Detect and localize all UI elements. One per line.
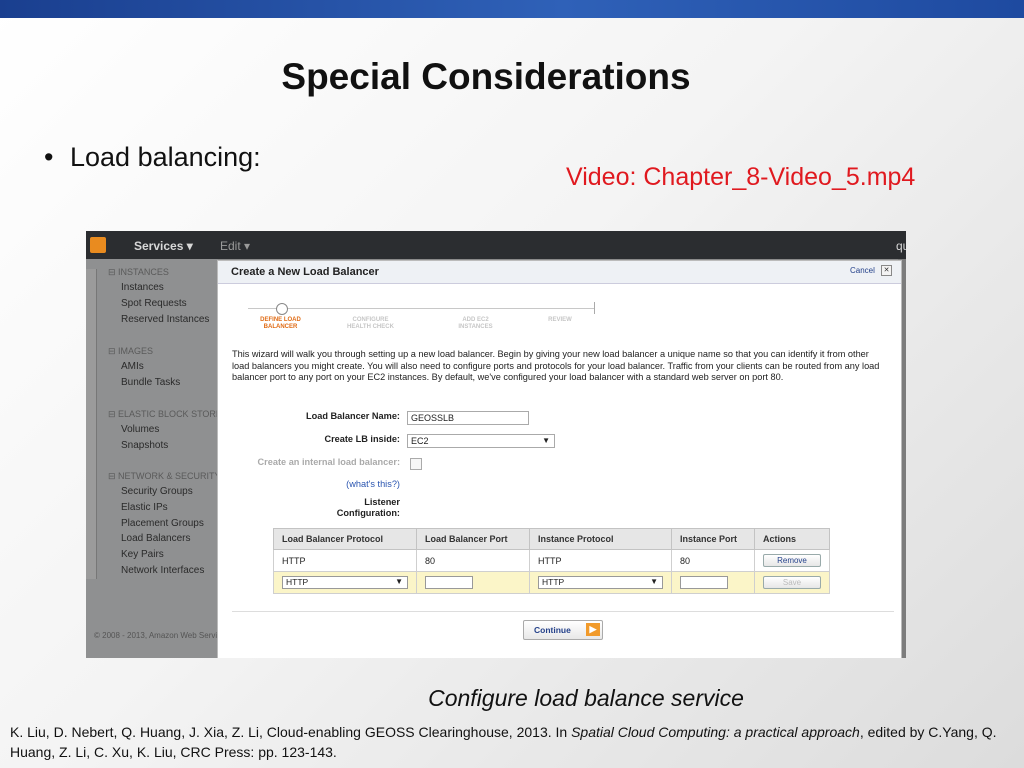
listener-table-header: Load Balancer Protocol Load Balancer Por… bbox=[273, 528, 830, 550]
sidebar-item-bundle-tasks[interactable]: Bundle Tasks bbox=[121, 377, 180, 388]
edit-lb-protocol-select[interactable]: HTTP ▼ bbox=[282, 576, 408, 589]
edit-menu[interactable]: Edit ▾ bbox=[220, 239, 250, 253]
chevron-down-icon: ▼ bbox=[395, 577, 403, 586]
col-actions: Actions bbox=[754, 528, 830, 550]
continue-label: Continue bbox=[534, 625, 571, 635]
sidebar-item-security-groups[interactable]: Security Groups bbox=[121, 486, 193, 497]
video-reference: Video: Chapter_8-Video_5.mp4 bbox=[566, 163, 916, 191]
listener-table: Load Balancer Protocol Load Balancer Por… bbox=[273, 528, 830, 594]
col-lb-protocol: Load Balancer Protocol bbox=[273, 528, 417, 550]
cell-instance-port: 80 bbox=[671, 549, 755, 572]
cell-actions: Remove bbox=[754, 549, 830, 572]
aws-copyright: © 2008 - 2013, Amazon Web Services bbox=[94, 631, 230, 640]
cell-lb-port: 80 bbox=[416, 549, 530, 572]
dialog-title: Create a New Load Balancer bbox=[231, 266, 379, 278]
listener-config-label: Listener Configuration: bbox=[336, 497, 400, 518]
sidebar-item-placement-groups[interactable]: Placement Groups bbox=[121, 518, 204, 529]
bullet-dot: • bbox=[44, 142, 54, 172]
aws-top-nav: Services ▾ Edit ▾ qu bbox=[86, 231, 906, 259]
edit-instance-protocol-select[interactable]: HTTP ▼ bbox=[538, 576, 663, 589]
sidebar-section-instances[interactable]: ⊟ INSTANCES bbox=[108, 267, 169, 278]
sidebar-item-snapshots[interactable]: Snapshots bbox=[121, 440, 168, 451]
whats-this-link-wrap: (what's this?) bbox=[248, 479, 400, 490]
sidebar-item-instances[interactable]: Instances bbox=[121, 282, 164, 293]
internal-lb-label: Create an internal load balancer: bbox=[257, 457, 400, 467]
aws-cube-icon bbox=[90, 237, 106, 253]
internal-lb-checkbox[interactable] bbox=[410, 458, 422, 470]
wizard-current-step-marker bbox=[276, 303, 288, 315]
figure-caption: Configure load balance service bbox=[428, 685, 744, 711]
close-icon[interactable]: ✕ bbox=[881, 265, 892, 276]
edit-actions-cell: Save bbox=[754, 571, 830, 594]
edit-lb-protocol-value: HTTP bbox=[286, 577, 309, 587]
chevron-down-icon: ▼ bbox=[650, 577, 658, 586]
step-add-ec2-instances: ADD EC2 INSTANCES bbox=[458, 317, 493, 330]
aws-console-screenshot: Services ▾ Edit ▾ qu ⊟ INSTANCES Instanc… bbox=[86, 231, 906, 658]
table-row-edit: HTTP ▼ HTTP ▼ Save bbox=[273, 571, 830, 594]
sidebar-item-load-balancers[interactable]: Load Balancers bbox=[121, 533, 191, 544]
lb-inside-label: Create LB inside: bbox=[324, 434, 400, 444]
sidebar-item-elastic-ips[interactable]: Elastic IPs bbox=[121, 502, 168, 513]
whats-this-link[interactable]: (what's this?) bbox=[346, 479, 400, 489]
remove-button[interactable]: Remove bbox=[763, 554, 821, 567]
edit-lb-port-input[interactable] bbox=[425, 576, 473, 589]
wizard-end-marker bbox=[594, 302, 595, 314]
sidebar-section-network[interactable]: ⊟ NETWORK & SECURITY bbox=[108, 471, 221, 482]
edit-lb-protocol-cell: HTTP ▼ bbox=[273, 571, 417, 594]
edit-instance-protocol-value: HTTP bbox=[542, 577, 565, 587]
lb-inside-value: EC2 bbox=[411, 436, 429, 446]
cancel-link[interactable]: Cancel bbox=[850, 266, 875, 275]
col-instance-protocol: Instance Protocol bbox=[529, 528, 672, 550]
bullet-text: Load balancing: bbox=[70, 142, 261, 172]
sidebar-section-ebs[interactable]: ⊟ ELASTIC BLOCK STORE bbox=[108, 409, 222, 420]
sidebar-section-images[interactable]: ⊟ IMAGES bbox=[108, 346, 153, 357]
chevron-down-icon: ▼ bbox=[542, 436, 550, 445]
slide-title: Special Considerations bbox=[281, 56, 691, 97]
citation-book-title: Spatial Cloud Computing: a practical app… bbox=[571, 724, 860, 740]
col-instance-port: Instance Port bbox=[671, 528, 755, 550]
cell-instance-protocol: HTTP bbox=[529, 549, 672, 572]
sidebar-item-network-interfaces[interactable]: Network Interfaces bbox=[121, 565, 204, 576]
edit-lb-port-cell bbox=[416, 571, 530, 594]
save-button[interactable]: Save bbox=[763, 576, 821, 589]
sidebar-item-reserved-instances[interactable]: Reserved Instances bbox=[121, 314, 209, 325]
create-load-balancer-dialog: Create a New Load Balancer Cancel ✕ DEFI… bbox=[217, 260, 902, 658]
bullet-load-balancing: • Load balancing: bbox=[44, 142, 261, 173]
cell-lb-protocol: HTTP bbox=[273, 549, 417, 572]
lb-name-input[interactable]: GEOSSLB bbox=[407, 411, 529, 425]
ec2-sidebar: ⊟ INSTANCES Instances Spot Requests Rese… bbox=[86, 259, 230, 658]
wizard-progress-line bbox=[248, 308, 594, 309]
dialog-titlebar: Create a New Load Balancer Cancel ✕ bbox=[218, 261, 901, 284]
edit-instance-protocol-cell: HTTP ▼ bbox=[529, 571, 672, 594]
top-accent-bar bbox=[0, 0, 1024, 18]
dialog-separator bbox=[232, 611, 894, 612]
lb-inside-select[interactable]: EC2 ▼ bbox=[407, 434, 555, 448]
col-lb-port: Load Balancer Port bbox=[416, 528, 530, 550]
edit-instance-port-cell bbox=[671, 571, 755, 594]
sidebar-item-spot-requests[interactable]: Spot Requests bbox=[121, 298, 187, 309]
sidebar-item-volumes[interactable]: Volumes bbox=[121, 424, 159, 435]
services-menu[interactable]: Services ▾ bbox=[134, 239, 193, 253]
table-row: HTTP 80 HTTP 80 Remove bbox=[273, 549, 830, 572]
citation-authors: K. Liu, D. Nebert, Q. Huang, J. Xia, Z. … bbox=[10, 724, 572, 740]
user-menu[interactable]: qu bbox=[896, 239, 906, 253]
lb-name-label: Load Balancer Name: bbox=[306, 411, 400, 421]
step-review: REVIEW bbox=[548, 317, 572, 323]
continue-button[interactable]: Continue ▶ bbox=[523, 620, 603, 640]
sidebar-item-amis[interactable]: AMIs bbox=[121, 361, 144, 372]
sidebar-scrollbar[interactable] bbox=[86, 269, 97, 579]
step-configure-health-check: CONFIGURE HEALTH CHECK bbox=[347, 317, 394, 330]
step-define-load-balancer: DEFINE LOAD BALANCER bbox=[260, 317, 301, 330]
edit-instance-port-input[interactable] bbox=[680, 576, 728, 589]
citation: K. Liu, D. Nebert, Q. Huang, J. Xia, Z. … bbox=[10, 722, 1014, 762]
wizard-intro-text: This wizard will walk you through settin… bbox=[232, 349, 880, 382]
sidebar-item-key-pairs[interactable]: Key Pairs bbox=[121, 549, 164, 560]
arrow-right-icon: ▶ bbox=[586, 623, 600, 636]
